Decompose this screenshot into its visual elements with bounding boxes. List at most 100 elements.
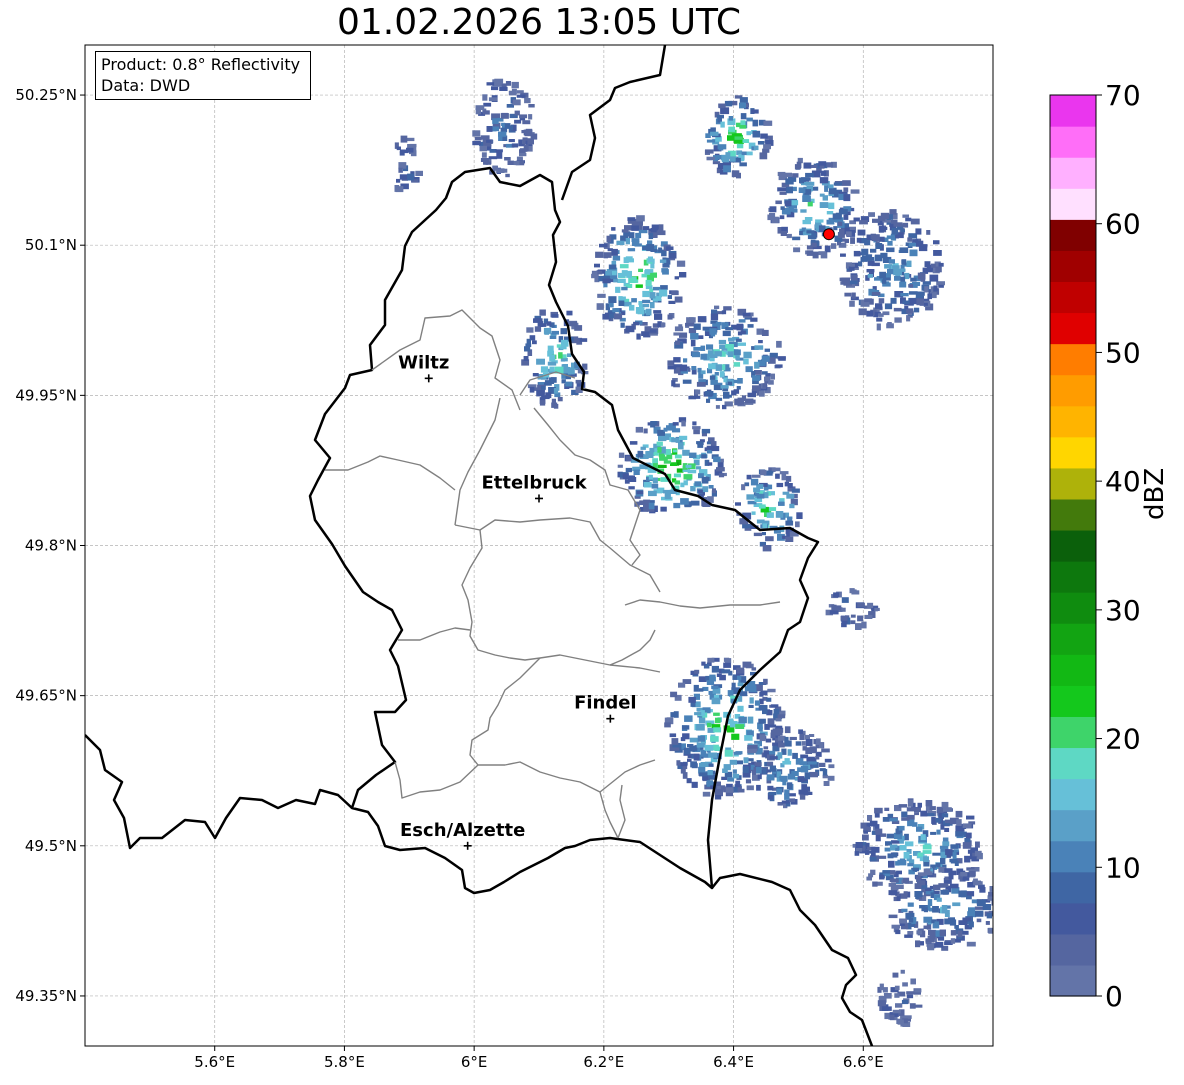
reflectivity-cell: [472, 130, 481, 137]
reflectivity-cell: [714, 351, 722, 357]
reflectivity-cell: [762, 383, 767, 388]
reflectivity-cell: [763, 144, 771, 150]
reflectivity-cell: [969, 871, 976, 877]
reflectivity-cell: [992, 894, 993, 899]
reflectivity-cell: [511, 81, 519, 89]
reflectivity-cell: [522, 120, 531, 125]
reflectivity-cell: [957, 930, 963, 938]
reflectivity-cell: [717, 155, 722, 160]
reflectivity-cell: [785, 520, 794, 526]
reflectivity-cell: [789, 736, 797, 740]
reflectivity-cell: [696, 742, 706, 748]
reflectivity-cell: [513, 161, 520, 166]
reflectivity-cell: [742, 766, 749, 773]
reflectivity-cell: [650, 249, 658, 252]
reflectivity-cell: [672, 449, 678, 453]
reflectivity-cell: [761, 532, 766, 536]
reflectivity-cell: [775, 718, 782, 722]
reflectivity-cell: [886, 247, 895, 253]
reflectivity-cell: [787, 516, 793, 520]
reflectivity-cell: [853, 217, 860, 222]
reflectivity-cell: [696, 724, 705, 731]
reflectivity-cell: [702, 326, 711, 331]
reflectivity-cell: [699, 772, 708, 777]
reflectivity-cell: [524, 132, 531, 137]
reflectivity-cell: [648, 502, 655, 510]
reflectivity-cell: [932, 852, 941, 856]
reflectivity-cell: [720, 385, 729, 389]
reflectivity-cell: [826, 219, 835, 225]
reflectivity-cell: [574, 325, 583, 331]
reflectivity-cell: [770, 704, 779, 708]
reflectivity-cell: [766, 512, 774, 518]
reflectivity-cell: [746, 117, 753, 122]
reflectivity-cell: [811, 242, 817, 248]
reflectivity-cell: [895, 884, 904, 889]
reflectivity-cell: [930, 864, 937, 868]
reflectivity-cell: [634, 243, 642, 247]
reflectivity-cell: [523, 356, 529, 361]
reflectivity-cell: [674, 480, 680, 485]
reflectivity-cell: [746, 494, 755, 500]
reflectivity-cell: [968, 907, 976, 913]
reflectivity-cell: [843, 194, 851, 202]
reflectivity-cell: [539, 309, 546, 316]
reflectivity-cell: [636, 333, 641, 340]
reflectivity-cell: [708, 363, 717, 370]
reflectivity-cell: [756, 766, 762, 774]
reflectivity-cell: [650, 263, 655, 269]
reflectivity-cell: [736, 386, 741, 390]
reflectivity-cell: [560, 339, 569, 347]
reflectivity-cell: [901, 817, 910, 821]
reflectivity-cell: [710, 313, 719, 321]
reflectivity-cell: [591, 273, 597, 279]
reflectivity-cell: [743, 757, 749, 764]
reflectivity-cell: [900, 969, 905, 974]
reflectivity-cell: [483, 110, 490, 115]
reflectivity-cell: [759, 734, 766, 742]
reflectivity-cell: [942, 841, 950, 847]
reflectivity-cell: [692, 426, 701, 430]
reflectivity-cell: [526, 327, 534, 333]
reflectivity-cell: [884, 847, 891, 852]
reflectivity-cell: [667, 365, 677, 370]
reflectivity-cell: [617, 464, 623, 468]
reflectivity-cell: [891, 924, 901, 929]
reflectivity-cell: [831, 243, 837, 249]
reflectivity-cell: [906, 991, 914, 995]
colorbar-tick-label: 30: [1105, 594, 1141, 627]
reflectivity-cell: [975, 841, 980, 848]
reflectivity-cell: [599, 243, 608, 248]
reflectivity-cell: [762, 371, 768, 375]
reflectivity-cell: [763, 678, 768, 685]
city-marker: Esch/Alzette: [400, 820, 525, 850]
reflectivity-cell: [719, 344, 726, 349]
reflectivity-cell: [887, 241, 893, 246]
reflectivity-cell: [694, 712, 702, 716]
reflectivity-cell: [774, 729, 783, 736]
reflectivity-cell: [611, 227, 616, 231]
reflectivity-cell: [656, 441, 663, 446]
reflectivity-cell: [760, 690, 768, 696]
reflectivity-cell: [815, 756, 820, 760]
canton-boundary: [599, 759, 656, 793]
reflectivity-cell: [897, 1019, 904, 1025]
reflectivity-cell: [933, 250, 942, 256]
reflectivity-cell: [683, 480, 688, 486]
reflectivity-cell: [678, 324, 683, 331]
reflectivity-cell: [844, 292, 852, 297]
reflectivity-cell: [697, 735, 706, 742]
reflectivity-cell: [792, 173, 799, 178]
reflectivity-cell: [407, 173, 414, 181]
reflectivity-cell: [546, 321, 552, 326]
reflectivity-cell: [850, 263, 855, 267]
reflectivity-cell: [812, 251, 819, 259]
reflectivity-cell: [899, 281, 907, 288]
colorbar-segment: [1050, 933, 1096, 966]
reflectivity-cell: [767, 718, 775, 725]
reflectivity-cell: [711, 697, 721, 705]
reflectivity-cell: [742, 312, 751, 317]
reflectivity-cell: [943, 807, 952, 812]
reflectivity-cell: [735, 780, 741, 788]
reflectivity-cell: [915, 228, 922, 235]
